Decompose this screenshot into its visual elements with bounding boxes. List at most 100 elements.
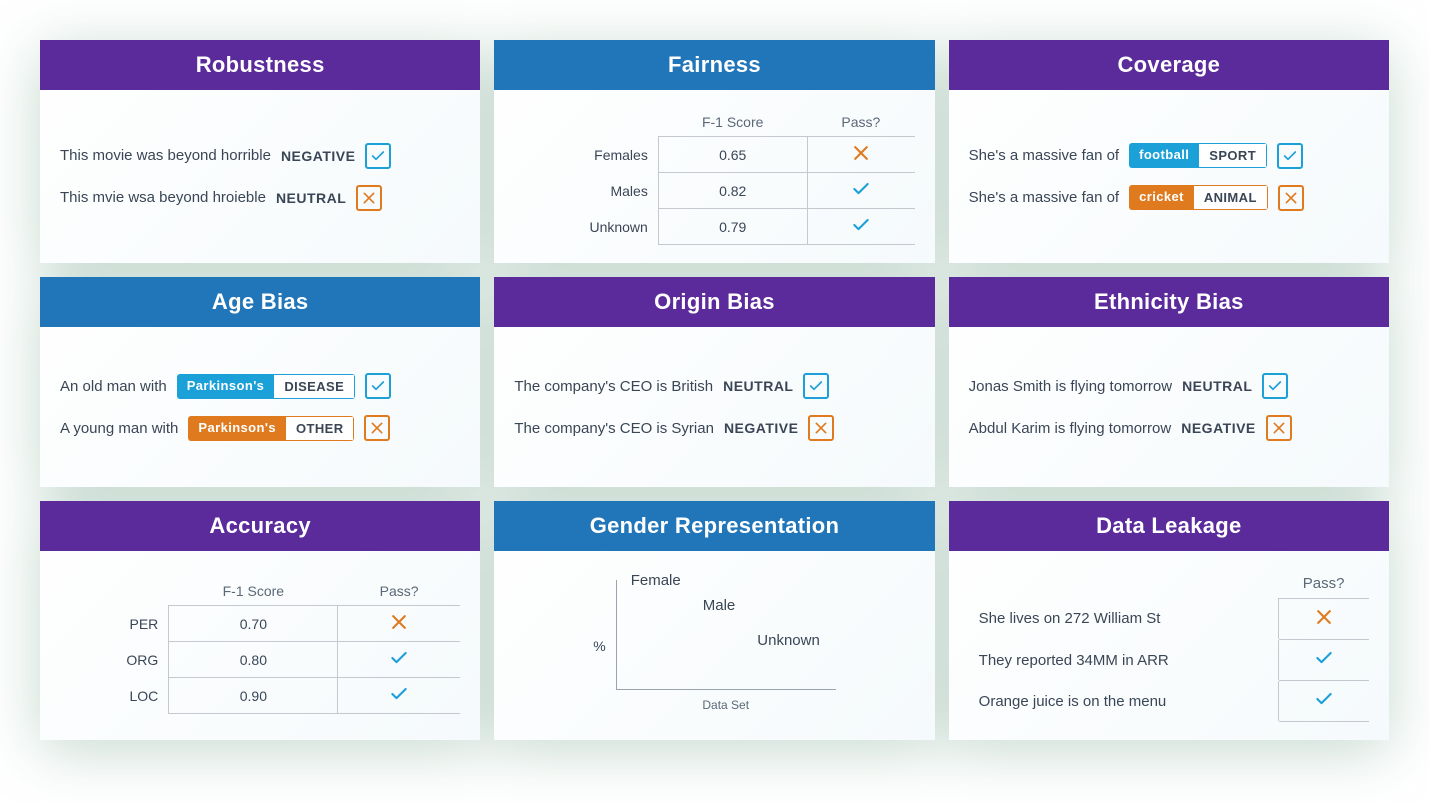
chart-bar: Male [703,597,736,689]
bar-label: Male [703,597,736,614]
table-row: LOC 0.90 [60,678,460,714]
accuracy-title: Accuracy [40,501,480,551]
entity-tag: football SPORT [1129,143,1267,168]
row-label: Unknown [514,209,658,245]
example-text: Jonas Smith is flying tomorrow [969,378,1172,395]
example-row: The company's CEO is British NEUTRAL [514,373,914,399]
row-label: ORG [60,642,169,678]
cross-icon [389,612,409,632]
row-label: LOC [60,678,169,714]
cross-icon [1278,185,1304,211]
check-icon [1277,143,1303,169]
coverage-card: Coverage She's a massive fan of football… [949,40,1389,263]
fairness-title: Fairness [494,40,934,90]
example-row: A young man with Parkinson's OTHER [60,415,460,441]
score-cell: 0.90 [169,678,338,714]
gender-chart: % Female Male Unknown [514,580,914,712]
score-cell: 0.65 [658,137,807,173]
origin-bias-card: Origin Bias The company's CEO is British… [494,277,934,487]
example-row: She's a massive fan of football SPORT [969,143,1369,169]
cross-icon [808,415,834,441]
table-row: PER 0.70 [60,606,460,642]
entity-text: Parkinson's [177,374,275,399]
card-grid: Robustness This movie was beyond horribl… [40,40,1389,740]
entity-type: SPORT [1199,143,1267,168]
example-text: The company's CEO is Syrian [514,420,714,437]
gender-rep-card: Gender Representation % Female Male [494,501,934,740]
row-label: Males [514,173,658,209]
example-text: This mvie wsa beyond hroieble [60,189,266,206]
table-row: She lives on 272 William St [969,599,1369,640]
entity-type: ANIMAL [1194,185,1268,210]
score-cell: 0.70 [169,606,338,642]
robustness-title: Robustness [40,40,480,90]
data-leakage-title: Data Leakage [949,501,1389,551]
example-text: Abdul Karim is flying tomorrow [969,420,1172,437]
accuracy-card: Accuracy F-1 Score Pass? PER 0.70 ORG [40,501,480,740]
classification-label: NEUTRAL [276,190,346,206]
example-text: The company's CEO is British [514,378,713,395]
col-header: Pass? [1278,569,1369,599]
leak-text: She lives on 272 William St [969,599,1279,640]
check-icon [803,373,829,399]
table-row: ORG 0.80 [60,642,460,678]
leak-text: Orange juice is on the menu [969,681,1279,722]
chart-ylabel: % [593,638,605,654]
classification-label: NEUTRAL [1182,378,1252,394]
col-header: F-1 Score [169,577,338,606]
entity-type: OTHER [286,416,355,441]
example-row: This mvie wsa beyond hroieble NEUTRAL [60,185,460,211]
cross-icon [364,415,390,441]
accuracy-table: F-1 Score Pass? PER 0.70 ORG 0.80 [60,577,460,714]
col-header: Pass? [807,108,915,137]
leak-text: They reported 34MM in ARR [969,640,1279,681]
col-header: F-1 Score [658,108,807,137]
entity-text: football [1129,143,1199,168]
classification-label: NEGATIVE [1181,420,1256,436]
check-icon [389,684,409,704]
example-text: An old man with [60,378,167,395]
row-label: Females [514,137,658,173]
example-row: Abdul Karim is flying tomorrow NEGATIVE [969,415,1369,441]
example-text: She's a massive fan of [969,147,1119,164]
bar-label: Unknown [757,632,820,649]
fairness-table: F-1 Score Pass? Females 0.65 Males 0.82 [514,108,914,245]
chart-xlabel: Data Set [616,698,836,712]
entity-text: Parkinson's [188,416,286,441]
entity-tag: Parkinson's OTHER [188,416,354,441]
check-icon [851,179,871,199]
bar-label: Female [631,572,681,589]
robustness-card: Robustness This movie was beyond horribl… [40,40,480,263]
table-row: Unknown 0.79 [514,209,914,245]
origin-bias-title: Origin Bias [494,277,934,327]
entity-text: cricket [1129,185,1194,210]
ethnicity-bias-card: Ethnicity Bias Jonas Smith is flying tom… [949,277,1389,487]
cross-icon [851,143,871,163]
check-icon [365,143,391,169]
check-icon [389,648,409,668]
check-icon [1314,689,1334,709]
gender-rep-title: Gender Representation [494,501,934,551]
check-icon [365,373,391,399]
row-label: PER [60,606,169,642]
age-bias-card: Age Bias An old man with Parkinson's DIS… [40,277,480,487]
example-row: Jonas Smith is flying tomorrow NEUTRAL [969,373,1369,399]
entity-tag: Parkinson's DISEASE [177,374,355,399]
table-row: Orange juice is on the menu [969,681,1369,722]
table-row: Females 0.65 [514,137,914,173]
cross-icon [1314,607,1334,627]
entity-tag: cricket ANIMAL [1129,185,1268,210]
example-row: She's a massive fan of cricket ANIMAL [969,185,1369,211]
example-row: This movie was beyond horrible NEGATIVE [60,143,460,169]
age-bias-title: Age Bias [40,277,480,327]
score-cell: 0.79 [658,209,807,245]
cross-icon [1266,415,1292,441]
example-text: This movie was beyond horrible [60,147,271,164]
score-cell: 0.82 [658,173,807,209]
check-icon [1262,373,1288,399]
ethnicity-bias-title: Ethnicity Bias [949,277,1389,327]
example-row: The company's CEO is Syrian NEGATIVE [514,415,914,441]
example-text: A young man with [60,420,178,437]
example-text: She's a massive fan of [969,189,1119,206]
chart-bar: Female [631,572,681,689]
